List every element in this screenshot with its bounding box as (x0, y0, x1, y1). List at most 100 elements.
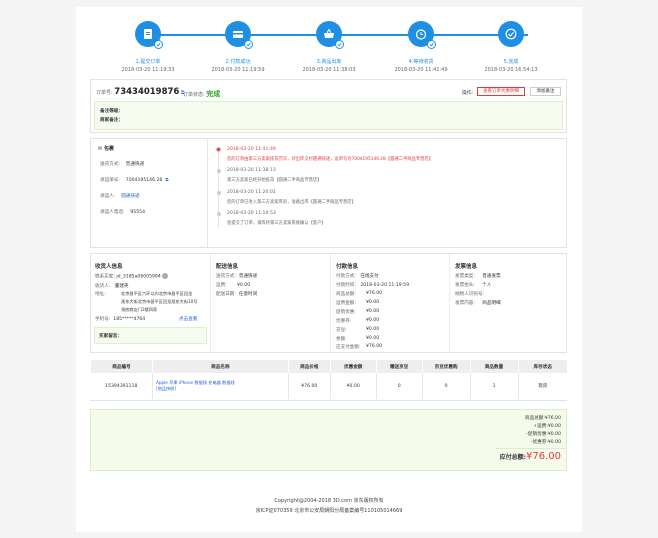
order-number: 73434019876 (114, 87, 180, 97)
goods-snapshot-link[interactable]: [商品快照] (156, 386, 288, 392)
timeline-time: 2018-03-20 11:38:13 (227, 168, 276, 173)
order-summary: 商品总额:¥76.00 +运费:¥0.00 -促销优惠:¥0.00 -优惠券:¥… (90, 409, 567, 471)
column-header: 商品数量 (469, 360, 518, 373)
step-time: 2018-03-20 16:54:13 (484, 67, 538, 73)
goods-name-cell: Apple 苹果 iPhone 数据线 充电器 数据线 [商品快照] (151, 373, 289, 399)
delivery-fee-row: 运费: ¥0.00 (216, 283, 251, 288)
order-detail-page: 1.提交订单 2018-03-20 11:19:33 2.付款成功 2018-0… (76, 7, 582, 532)
buyer-title: 收货人信息 (95, 264, 123, 270)
check-icon (244, 40, 253, 49)
add-remark-button[interactable]: 添加备注 (530, 87, 561, 96)
payment-row-label: 优惠券: (336, 319, 352, 324)
check-icon (154, 40, 163, 49)
timeline-text: 您的订单已进入第三方卖家库房，准备出库【圆通二手商品专营店】 (227, 200, 356, 205)
summary-payable: ¥76.00 (526, 451, 561, 462)
step-label: 4.等待收货 (408, 59, 434, 65)
payment-row-value: ¥0.00 (366, 309, 380, 314)
payment-row-label: 促销优惠: (336, 310, 356, 315)
step-time: 2018-03-20 11:41:49 (394, 67, 448, 73)
payment-row-label: 余额: (336, 337, 347, 342)
complete-icon (505, 28, 517, 40)
buyer-address-line: 领底商店门2楼四家 (121, 307, 158, 312)
timeline-time: 2018-03-20 11:19:53 (227, 211, 276, 216)
invoice-type-row: 发票类型: 普通发票 (455, 274, 501, 279)
payment-row-value: ¥0.00 (366, 336, 380, 341)
view-discount-details-button[interactable]: 查看订单优惠明细 (477, 87, 525, 96)
check-icon (335, 40, 344, 49)
remark-level-label: 备注等级： (100, 109, 123, 114)
delivery-title: 配送信息 (216, 264, 239, 270)
order-number-row: 订单号: 73434019876 ⧉ (96, 87, 185, 97)
merchant-remark-label: 商家备注： (100, 118, 123, 123)
tracking-row: 承运单号: 7004195146 28 ⧉ (100, 178, 169, 183)
invoice-taxid-row: 纳税人识别号: (455, 292, 485, 297)
goods-price: ¥76.00 (287, 373, 331, 399)
buyer-phone-row: 手机号: 185*****4764 (95, 317, 146, 322)
tracking-number: 7004195146 28 (125, 178, 163, 183)
package-icon: ✉ (98, 146, 103, 152)
carrier-link[interactable]: 圆通快递 (121, 194, 139, 199)
timeline-dot (217, 191, 221, 195)
payment-method-row: 付款方式: 在线支付 (336, 274, 379, 279)
payment-row-label: 运费金额: (336, 301, 356, 306)
timeline-time: 2018-03-20 11:41:49 (227, 147, 276, 152)
order-header: 订单号: 73434019876 ⧉ 订单状态: 完成 操作: 查看订单优惠明细… (90, 79, 567, 133)
operations-label: 操作: (462, 91, 474, 96)
step-time: 2018-03-20 11:19:59 (211, 67, 265, 73)
payment-row-value: ¥0.00 (366, 327, 380, 332)
goods-id: 15394391118 (105, 383, 138, 389)
payment-title: 付款信息 (336, 264, 359, 270)
buyer-message-panel: 买家留言： (94, 327, 207, 344)
copy-icon[interactable]: ⧉ (164, 178, 168, 183)
goods-stock: 现货 (517, 373, 567, 399)
table-row: 15394391118 Apple 苹果 iPhone 数据线 充电器 数据线 … (91, 373, 567, 399)
goods-table: 商品编号 商品名称 商品价格 优惠金额 赠送京豆 京豆优惠购 商品数量 库存状态… (90, 360, 567, 399)
summary-shipping: +运费:¥0.00 (533, 424, 561, 429)
timeline-text: 您提交了订单，请等待第三方卖家系统确认【客户】 (227, 221, 326, 226)
invoice-header-row: 发票抬头: 个人 (455, 283, 492, 288)
payment-row-label: 商品总额: (336, 292, 356, 297)
view-phone-link[interactable]: 点击查看 (179, 316, 197, 322)
chat-icon[interactable] (162, 273, 169, 279)
document-icon (144, 29, 152, 39)
ship-method-row: 送货方式: 普通快递 (100, 162, 145, 167)
timeline-dot (217, 212, 221, 216)
column-header: 优惠金额 (329, 360, 377, 373)
column-header: 商品名称 (151, 360, 289, 373)
column-header: 京豆优惠购 (421, 360, 471, 373)
invoice-title: 发票信息 (455, 264, 478, 270)
delivery-date-row: 配送日期: 任意时间 (216, 292, 258, 297)
footer-icp: 京ICP证070359 北京市公安局朝阳分局备案编号110105014669 (255, 508, 403, 514)
buyer-message-label: 买家留言： (99, 334, 122, 339)
buyer-contact-row: 联系买家: jd_3185a06005994 (95, 273, 169, 280)
summary-payable-row: 应付总额:¥76.00 (499, 451, 561, 462)
carrier-row: 承运人: 圆通快递 (100, 194, 140, 199)
package-panel: ✉ 包裹 送货方式: 普通快递 承运单号: 7004195146 28 ⧉ 承运… (90, 138, 567, 248)
goods-beans: 0 (375, 373, 423, 399)
remark-panel: 备注等级： 商家备注： (94, 101, 563, 130)
info-panel: 收货人信息 联系买家: jd_3185a06005994 收货人: 董建英 地址… (90, 253, 567, 353)
buyer-address-row: 地址: (95, 292, 106, 297)
column-header: 库存状态 (517, 360, 567, 373)
step-label: 1.提交订单 (135, 59, 161, 65)
step-ship (316, 21, 344, 49)
goods-qty: 1 (469, 373, 518, 399)
step-time: 2018-03-20 11:38:03 (302, 67, 356, 73)
carrier-phone-row: 承运人电话: 95554 (100, 210, 145, 215)
column-header: 商品编号 (90, 360, 153, 373)
step-pay (225, 21, 253, 49)
timeline-dot (217, 169, 221, 173)
step-done (498, 21, 524, 47)
step-time: 2018-03-20 11:19:33 (121, 67, 175, 73)
column-header: 赠送京豆 (375, 360, 423, 373)
step-label: 2.付款成功 (225, 59, 251, 65)
order-status: 完成 (206, 90, 221, 98)
summary-goods-total: 商品总额:¥76.00 (525, 416, 561, 421)
check-icon (427, 40, 436, 49)
goods-discount: ¥0.00 (329, 373, 377, 399)
delivery-method-row: 送货方式: 普通快递 (216, 274, 258, 279)
step-label: 5.完成 (503, 59, 519, 65)
table-header-row: 商品编号 商品名称 商品价格 优惠金额 赠送京豆 京豆优惠购 商品数量 库存状态 (90, 360, 567, 373)
payment-row-label: 应支付金额: (336, 345, 361, 350)
buyer-address-line: 观东大街北京市昌平区回龙观东大街10号 (121, 299, 198, 304)
